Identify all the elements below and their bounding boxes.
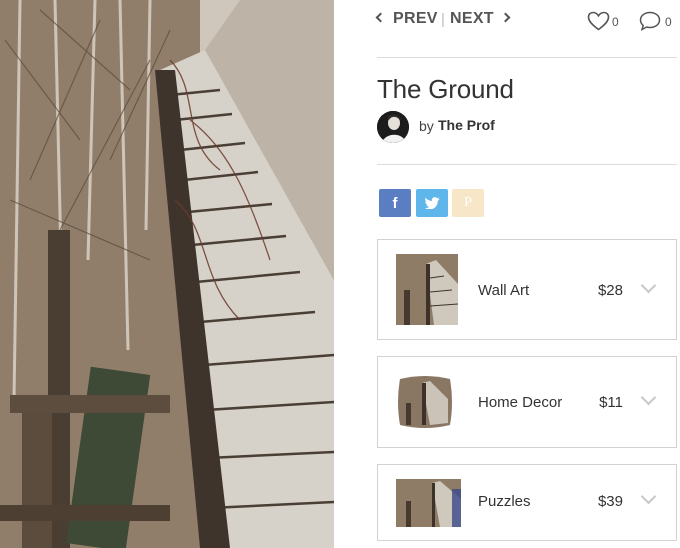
nav-separator: |: [441, 11, 445, 28]
product-name: Wall Art: [478, 282, 530, 299]
author-row: by The Prof: [377, 111, 677, 143]
artwork-image[interactable]: [0, 0, 334, 548]
product-home-decor[interactable]: Home Decor $11: [377, 356, 677, 448]
chevron-down-icon[interactable]: [640, 488, 657, 505]
top-navigation: PREV | NEXT 0 0: [375, 10, 677, 34]
twitter-share-button[interactable]: [416, 189, 448, 217]
facebook-icon: f: [392, 194, 398, 212]
product-thumbnail: [396, 373, 454, 431]
chevron-down-icon[interactable]: [640, 277, 657, 294]
product-thumbnail: [396, 254, 458, 325]
artwork-title: The Ground: [377, 74, 514, 104]
divider: [377, 164, 677, 165]
product-wall-art[interactable]: Wall Art $28: [377, 239, 677, 340]
product-price: $11: [599, 394, 623, 411]
facebook-share-button[interactable]: f: [379, 189, 411, 217]
artwork-info-panel: PREV | NEXT 0 0 The Ground by The Prof f…: [375, 0, 677, 548]
product-puzzles[interactable]: Puzzles $39: [377, 464, 677, 541]
twitter-bird-icon: [424, 197, 439, 209]
next-button[interactable]: NEXT: [450, 10, 511, 28]
avatar-image: [377, 111, 409, 143]
like-count: 0: [612, 15, 619, 29]
avatar[interactable]: [377, 111, 409, 143]
author-link[interactable]: The Prof: [438, 117, 495, 133]
comment-count: 0: [665, 15, 672, 29]
prev-label: PREV: [393, 10, 438, 27]
by-label: by: [419, 118, 434, 134]
chevron-left-icon: [375, 12, 386, 23]
product-name: Puzzles: [478, 493, 531, 510]
pinterest-icon: P: [464, 195, 472, 210]
product-price: $28: [597, 282, 623, 299]
product-name: Home Decor: [478, 394, 563, 411]
product-price: $39: [597, 493, 623, 510]
artwork-photo-graphic: [0, 0, 334, 548]
chevron-right-icon: [500, 12, 511, 23]
chevron-down-icon[interactable]: [640, 389, 657, 406]
speech-bubble-icon: [639, 11, 661, 31]
next-label: NEXT: [450, 10, 494, 27]
heart-icon: [587, 11, 610, 31]
prev-button[interactable]: PREV: [375, 10, 438, 28]
pinterest-share-button[interactable]: P: [452, 189, 484, 217]
product-thumbnail: [396, 479, 461, 527]
divider: [377, 57, 677, 58]
